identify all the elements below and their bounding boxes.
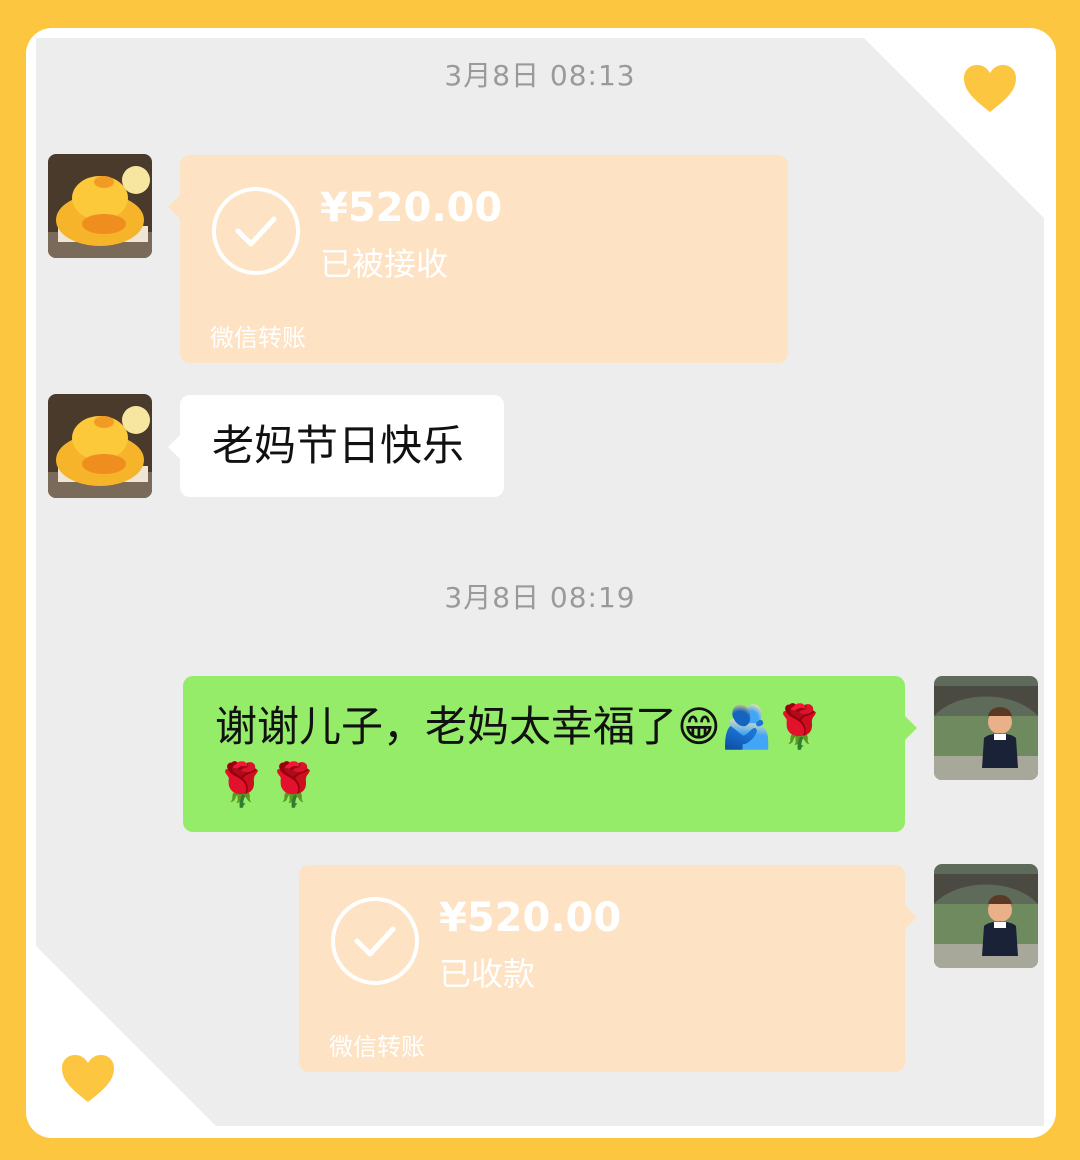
transfer-amount: ¥520.00	[320, 185, 503, 231]
transfer-amount: ¥520.00	[439, 895, 622, 941]
timestamp: 3月8日 08:19	[444, 581, 636, 614]
message-bubble-received[interactable]: 老妈节日快乐	[168, 395, 504, 497]
message-line: 🌹🌹	[215, 760, 320, 809]
bubble-tail	[905, 716, 917, 740]
check-circle-icon	[212, 187, 300, 275]
bubble-tail	[168, 435, 180, 459]
message-line: 谢谢儿子，老妈太幸福了😁🫂🌹	[215, 702, 826, 751]
message-text: 老妈节日快乐	[212, 421, 465, 470]
cartoon-duck-avatar[interactable]	[48, 394, 152, 498]
cartoon-duck-avatar[interactable]	[48, 154, 152, 258]
bubble-tail	[168, 195, 180, 219]
transfer-bubble-received[interactable]: ¥520.00 已被接收 微信转账	[168, 155, 788, 363]
transfer-status: 已收款	[439, 955, 536, 993]
heart-icon	[60, 1054, 116, 1104]
transfer-source-label: 微信转账	[329, 1033, 425, 1061]
bubble-tail	[905, 905, 917, 929]
mom-photo-avatar[interactable]	[934, 676, 1038, 780]
transfer-source-label: 微信转账	[210, 324, 306, 352]
message-text: 谢谢儿子，老妈太幸福了😁🫂🌹 🌹🌹	[215, 698, 875, 814]
message-bubble-sent[interactable]: 谢谢儿子，老妈太幸福了😁🫂🌹 🌹🌹	[183, 676, 917, 832]
transfer-bubble-sent[interactable]: ¥520.00 已收款 微信转账	[299, 865, 917, 1072]
timestamp: 3月8日 08:13	[444, 59, 636, 92]
check-circle-icon	[331, 897, 419, 985]
transfer-status: 已被接收	[320, 245, 449, 283]
mom-photo-avatar[interactable]	[934, 864, 1038, 968]
